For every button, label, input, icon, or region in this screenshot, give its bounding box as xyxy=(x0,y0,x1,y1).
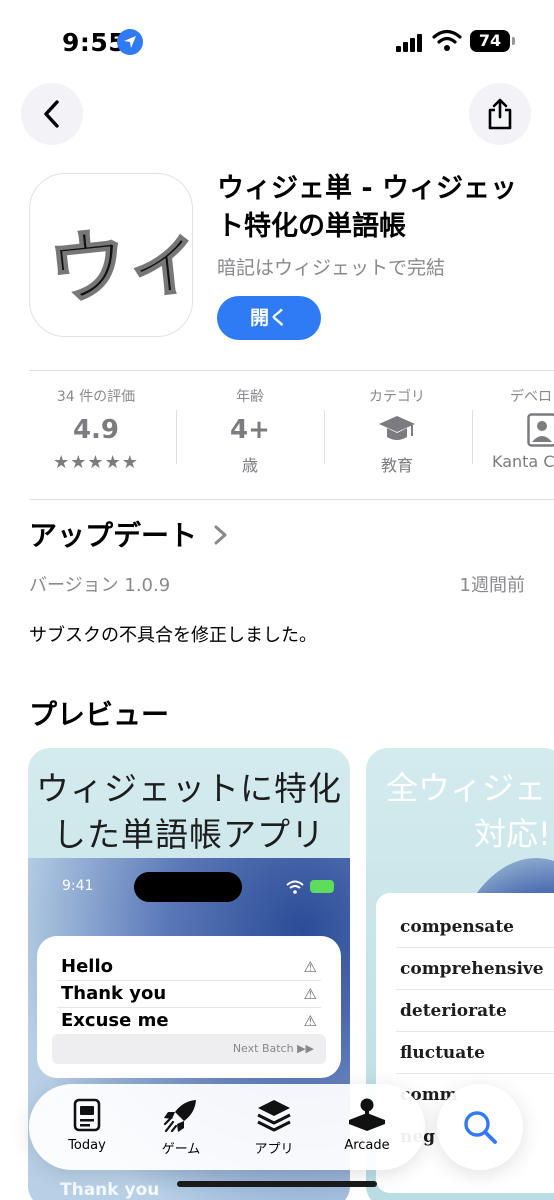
chevron-right-icon[interactable] xyxy=(210,524,232,546)
tab-arcade[interactable]: Arcade xyxy=(327,1096,407,1153)
age-info[interactable]: 年齢 4+ 歳 xyxy=(190,386,310,476)
layers-icon xyxy=(234,1096,314,1134)
tab-apps[interactable]: アプリ xyxy=(234,1096,314,1157)
release-notes: サブスクの不具合を修正しました。 xyxy=(29,625,317,646)
version-label: バージョン 1.0.9 xyxy=(29,575,171,596)
word-item: Thank you xyxy=(61,983,167,1004)
divider xyxy=(29,499,554,500)
tab-label: アプリ xyxy=(254,1142,294,1157)
word-item: compensate xyxy=(400,917,514,937)
cellular-signal-icon xyxy=(396,32,426,52)
developer-label: デベロ xyxy=(510,389,552,405)
app-title: ウィジェ単 - ウィジェット特化の単語帳 xyxy=(217,173,518,242)
tab-label: Today xyxy=(68,1138,106,1153)
preview-widget: Hello ⚠ Thank you ⚠ Excuse me ⚠ Next Bat… xyxy=(37,936,341,1078)
age-value: 4+ xyxy=(230,415,270,445)
tab-search[interactable] xyxy=(437,1084,523,1170)
preview-title: プレビュー xyxy=(29,698,170,731)
word-item: fluctuate xyxy=(400,1043,485,1063)
update-date: 1週間前 xyxy=(459,575,525,596)
chevron-left-icon xyxy=(44,100,59,128)
updates-title[interactable]: アップデート xyxy=(29,514,197,554)
graduation-cap-icon xyxy=(337,408,457,452)
divider xyxy=(29,370,554,371)
tab-today[interactable]: Today xyxy=(47,1096,127,1153)
search-icon xyxy=(464,1111,497,1144)
back-button[interactable] xyxy=(21,83,83,145)
divider xyxy=(324,410,325,464)
category-info[interactable]: カテゴリ 教育 xyxy=(337,386,457,476)
tab-label: ゲーム xyxy=(161,1142,201,1157)
preview-caption: ウィジェットに特化 xyxy=(36,769,342,808)
location-arrow-icon xyxy=(117,29,143,55)
divider xyxy=(176,410,177,464)
warning-icon: ⚠ xyxy=(303,1012,317,1030)
category-label: カテゴリ xyxy=(369,389,425,405)
app-icon: ウィ xyxy=(29,173,193,337)
developer-name: Kanta C xyxy=(492,452,554,471)
tab-label: Arcade xyxy=(344,1138,390,1153)
warning-icon: ⚠ xyxy=(303,985,317,1003)
ratings-info[interactable]: 34 件の評価 4.9 ★★★★★ xyxy=(36,386,156,473)
home-indicator xyxy=(177,1181,377,1187)
dynamic-island xyxy=(134,872,242,902)
ratings-label: 34 件の評価 xyxy=(56,389,136,405)
preview-phone-time: 9:41 xyxy=(62,878,94,894)
preview-peek-word: Thank you xyxy=(60,1180,160,1200)
svg-text:ウィ: ウィ xyxy=(45,212,193,318)
age-sub: 歳 xyxy=(241,456,258,475)
tab-games[interactable]: ゲーム xyxy=(141,1096,221,1157)
app-subtitle: 暗記はウィジェットで完結 xyxy=(217,257,446,279)
word-item: comprehensive xyxy=(400,959,544,979)
star-rating: ★★★★★ xyxy=(53,452,139,473)
share-icon xyxy=(488,98,512,130)
today-icon xyxy=(47,1096,127,1134)
share-button[interactable] xyxy=(469,83,531,145)
wifi-icon xyxy=(286,880,304,894)
tab-bar: Today ゲーム アプリ Arcade xyxy=(29,1084,425,1170)
next-batch-button: Next Batch ▶▶ xyxy=(52,1034,326,1064)
word-item: Excuse me xyxy=(61,1010,169,1031)
open-button[interactable]: 開く xyxy=(217,296,321,340)
wifi-icon xyxy=(432,29,462,53)
battery-indicator: 74 xyxy=(470,30,515,52)
category-name: 教育 xyxy=(380,456,413,475)
joystick-icon xyxy=(327,1096,407,1134)
preview-caption: した単語帳アプリ xyxy=(53,815,325,854)
preview-caption: 全ウィジェ xyxy=(386,769,547,807)
divider xyxy=(472,410,473,464)
rating-value: 4.9 xyxy=(72,415,120,445)
age-label: 年齢 xyxy=(236,389,264,405)
word-item: Hello xyxy=(61,956,113,977)
status-bar: 9:55 74 xyxy=(0,0,554,80)
preview-caption: 対応! xyxy=(474,815,551,853)
rocket-icon xyxy=(141,1096,221,1134)
battery-icon xyxy=(310,880,334,893)
word-item: deteriorate xyxy=(400,1001,507,1021)
developer-info[interactable]: デベロ Kanta C xyxy=(484,386,554,471)
warning-icon: ⚠ xyxy=(303,958,317,976)
person-icon xyxy=(484,408,554,452)
